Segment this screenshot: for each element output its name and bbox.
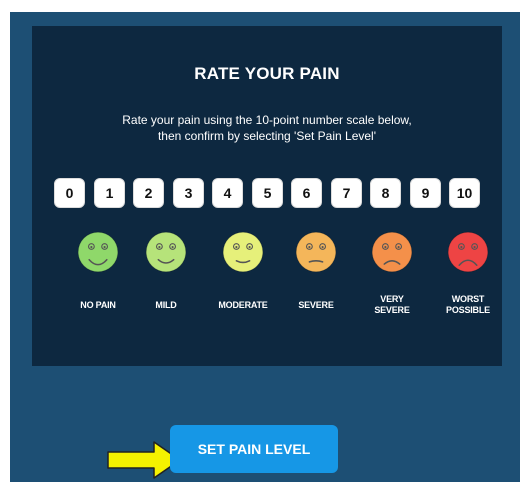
pain-face-option: VERY SEVERE xyxy=(356,230,428,316)
pain-face-label-line-1: MILD xyxy=(155,299,177,310)
pain-face-label-line-1: WORST xyxy=(451,294,485,304)
pain-face-label: VERY SEVERE xyxy=(356,294,428,316)
pain-face-label-line-1: MODERATE xyxy=(218,299,268,310)
pain-faces-row: NO PAIN MILD MODERATE SEVERE VERY SEVERE WORST… xyxy=(32,230,502,330)
pain-scale-button-9[interactable]: 9 xyxy=(410,178,441,208)
pain-scale-button-6[interactable]: 6 xyxy=(291,178,322,208)
pain-scale-button-2[interactable]: 2 xyxy=(133,178,164,208)
pain-face-label: MODERATE xyxy=(207,294,279,316)
pain-face-label: SEVERE xyxy=(280,294,352,316)
pain-face-icon xyxy=(447,231,489,273)
pain-scale-button-7[interactable]: 7 xyxy=(331,178,362,208)
pain-scale-button-3[interactable]: 3 xyxy=(173,178,204,208)
pain-face-option: SEVERE xyxy=(280,230,352,316)
pain-scale-button-8[interactable]: 8 xyxy=(370,178,401,208)
pain-face-icon xyxy=(371,231,413,273)
pain-scale-button-4[interactable]: 4 xyxy=(212,178,243,208)
pain-number-scale: 0 1 2 3 4 5 6 7 8 9 10 xyxy=(54,178,480,208)
pain-face-option: MODERATE xyxy=(207,230,279,316)
set-pain-level-button[interactable]: SET PAIN LEVEL xyxy=(170,425,338,473)
pain-face-label-line-2: POSSIBLE xyxy=(446,305,490,315)
pain-face-label-line-1: NO PAIN xyxy=(80,299,116,310)
pain-face-option: MILD xyxy=(130,230,202,316)
pain-face-label-line-2: SEVERE xyxy=(374,305,410,315)
pain-face-label: NO PAIN xyxy=(62,294,134,316)
pain-scale-button-1[interactable]: 1 xyxy=(94,178,125,208)
pain-scale-button-0[interactable]: 0 xyxy=(54,178,85,208)
pain-face-icon xyxy=(77,231,119,273)
pain-scale-button-10[interactable]: 10 xyxy=(449,178,480,208)
app-frame: RATE YOUR PAIN Rate your pain using the … xyxy=(10,12,520,482)
pain-face-option: WORST POSSIBLE xyxy=(432,230,504,316)
pain-face-icon xyxy=(145,231,187,273)
pain-face-label: MILD xyxy=(130,294,202,316)
pain-scale-button-5[interactable]: 5 xyxy=(252,178,283,208)
pain-face-icon xyxy=(222,231,264,273)
pain-face-icon xyxy=(295,231,337,273)
pain-face-label-line-1: VERY xyxy=(380,294,404,304)
pain-face-label-line-1: SEVERE xyxy=(298,299,334,310)
pain-rating-panel: RATE YOUR PAIN Rate your pain using the … xyxy=(32,26,502,366)
instructions-line-1: Rate your pain using the 10-point number… xyxy=(122,113,412,127)
page-title: RATE YOUR PAIN xyxy=(194,64,340,83)
instructions: Rate your pain using the 10-point number… xyxy=(32,112,502,144)
pain-face-label: WORST POSSIBLE xyxy=(432,294,504,316)
instructions-line-2: then confirm by selecting 'Set Pain Leve… xyxy=(157,129,377,143)
pain-face-option: NO PAIN xyxy=(62,230,134,316)
